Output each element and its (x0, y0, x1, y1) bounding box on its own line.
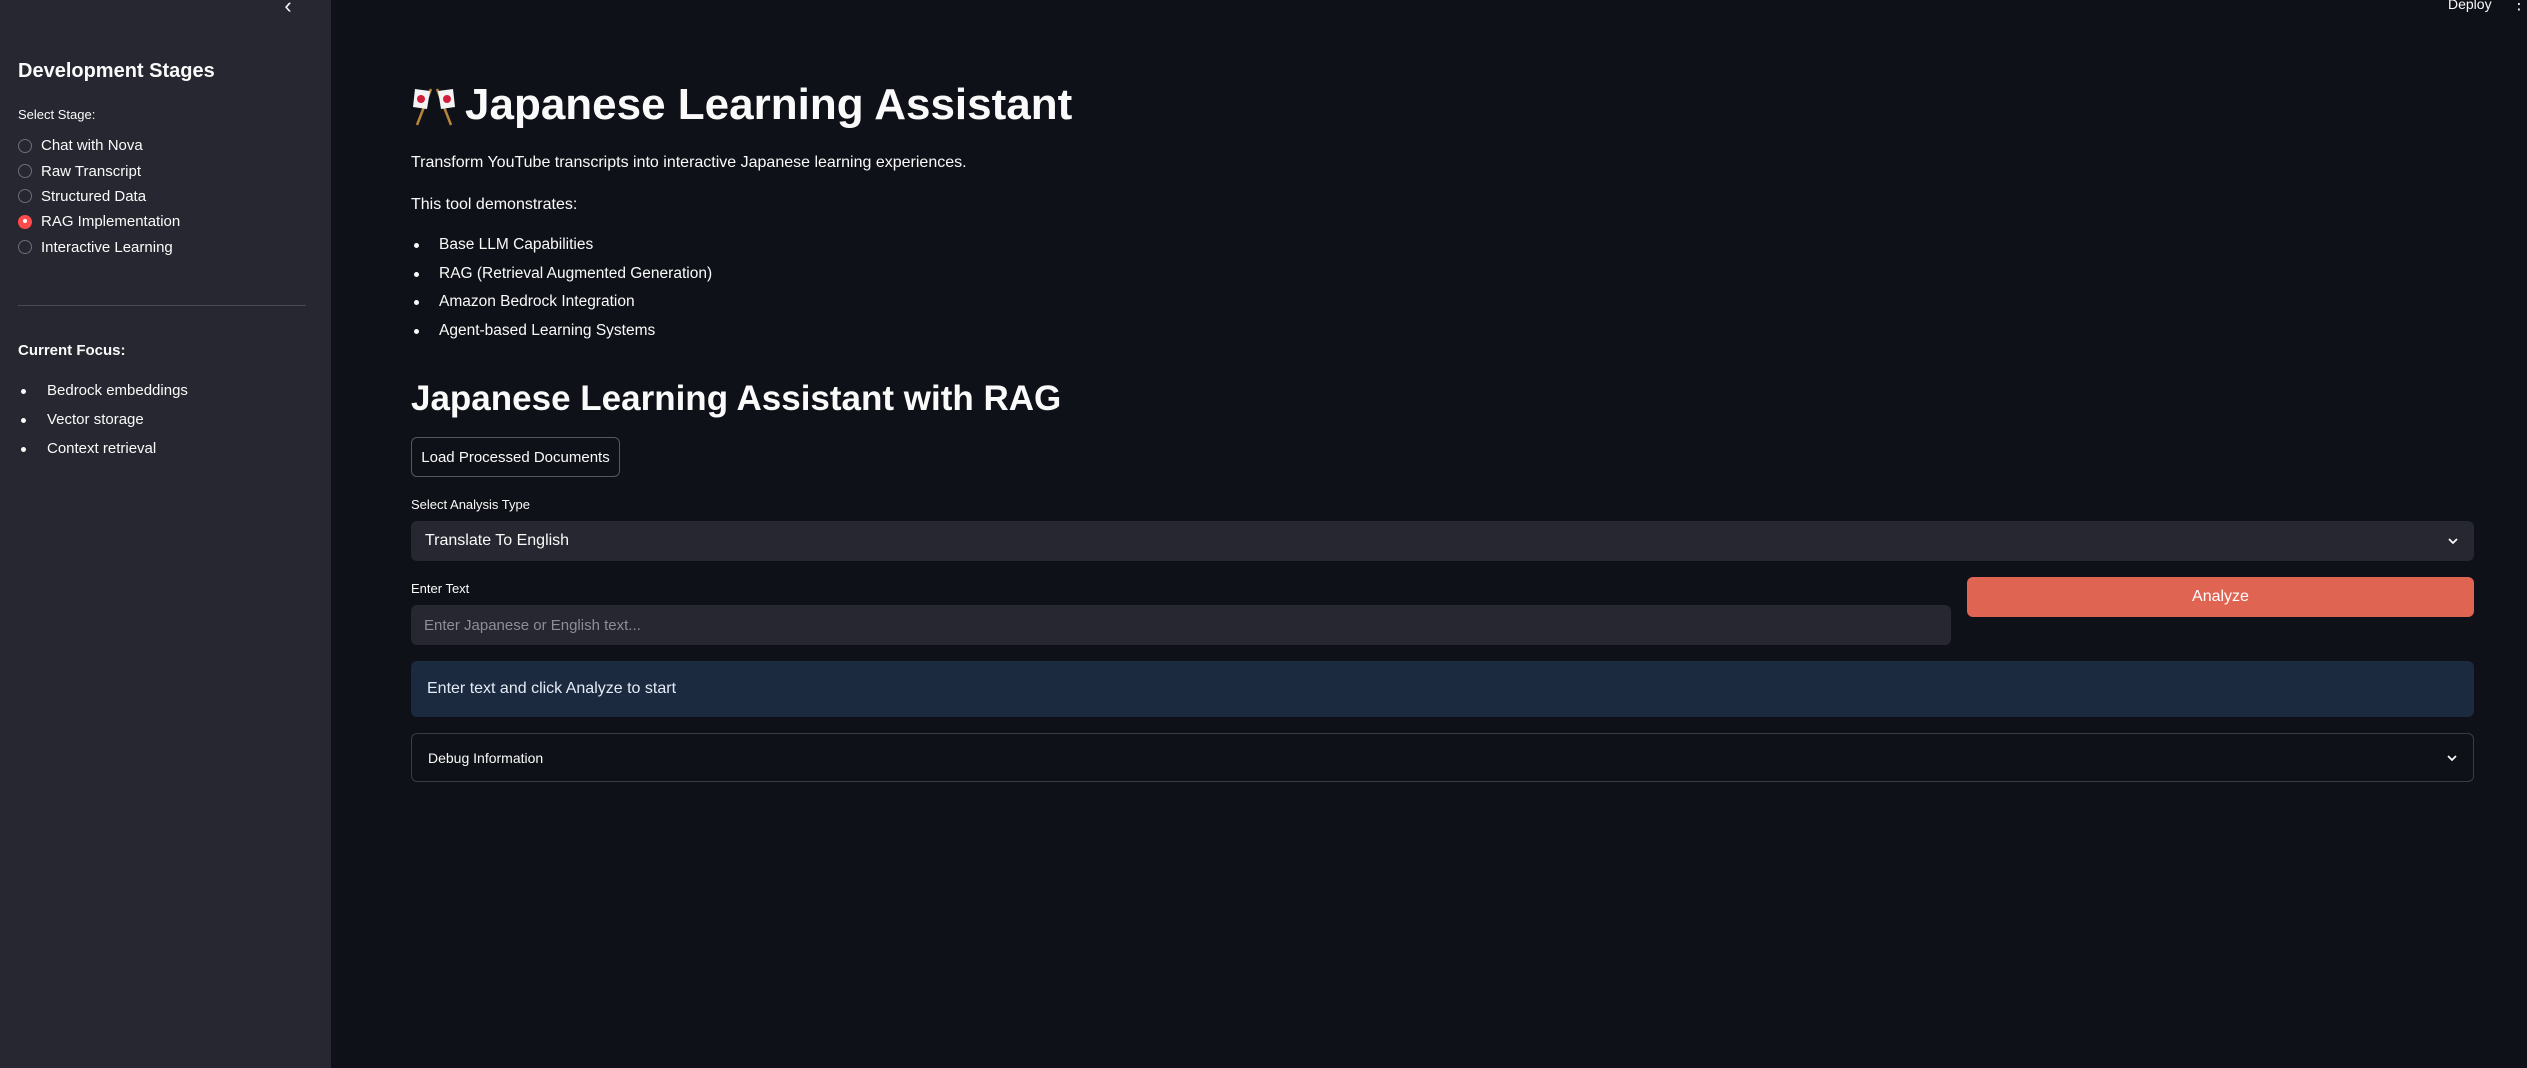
info-message-text: Enter text and click Analyze to start (427, 680, 677, 697)
list-item: Agent-based Learning Systems (411, 322, 712, 351)
sidebar-title: Development Stages (18, 60, 215, 82)
radio-raw-transcript[interactable]: Raw Transcript (18, 158, 180, 183)
stage-radio-group: Chat with Nova Raw Transcript Structured… (18, 133, 180, 260)
load-documents-button[interactable]: Load Processed Documents (411, 437, 620, 477)
radio-chat-with-nova[interactable]: Chat with Nova (18, 133, 180, 158)
crossed-flags-icon (411, 83, 457, 127)
deploy-button[interactable]: Deploy (2448, 0, 2492, 12)
analyze-button[interactable]: Analyze (1967, 577, 2474, 617)
capabilities-list: Base LLM Capabilities RAG (Retrieval Aug… (411, 236, 712, 351)
sidebar-divider (18, 305, 306, 306)
stage-label: Select Stage: (18, 107, 96, 122)
radio-label: Structured Data (41, 187, 147, 205)
info-message: Enter text and click Analyze to start (411, 661, 2474, 717)
radio-rag-implementation[interactable]: RAG Implementation (18, 209, 180, 234)
radio-label: Interactive Learning (41, 238, 173, 256)
analysis-type-label: Select Analysis Type (411, 497, 530, 512)
analysis-type-select[interactable]: Translate To English (411, 521, 2474, 561)
list-item: Bedrock embeddings (18, 382, 188, 411)
current-focus-title: Current Focus: (18, 342, 126, 359)
radio-button-icon[interactable] (18, 240, 32, 255)
list-item: RAG (Retrieval Augmented Generation) (411, 265, 712, 294)
chevron-down-icon (2448, 538, 2458, 545)
radio-interactive-learning[interactable]: Interactive Learning (18, 235, 180, 260)
section-title: Japanese Learning Assistant with RAG (411, 379, 1062, 418)
list-item: Base LLM Capabilities (411, 236, 712, 265)
radio-button-icon[interactable] (18, 138, 32, 153)
page-title: Japanese Learning Assistant (411, 80, 1072, 130)
list-item: Vector storage (18, 411, 188, 440)
radio-label: Raw Transcript (41, 162, 142, 180)
list-item: Context retrieval (18, 440, 188, 469)
page-title-text: Japanese Learning Assistant (465, 80, 1073, 129)
expander-label: Debug Information (428, 749, 544, 766)
analysis-type-value: Translate To English (425, 532, 570, 549)
list-item: Amazon Bedrock Integration (411, 293, 712, 322)
current-focus-list: Bedrock embeddings Vector storage Contex… (18, 382, 188, 469)
collapse-sidebar-icon[interactable]: ‹ (278, 0, 298, 17)
radio-label: Chat with Nova (41, 137, 143, 155)
radio-label: RAG Implementation (41, 213, 181, 231)
text-input[interactable] (411, 605, 1951, 645)
sidebar: ‹ Development Stages Select Stage: Chat … (0, 0, 331, 1068)
radio-button-selected-icon[interactable] (18, 214, 32, 229)
main-menu-icon[interactable]: ⋮ (2511, 0, 2527, 14)
intro-text: Transform YouTube transcripts into inter… (411, 154, 967, 171)
radio-button-icon[interactable] (18, 189, 32, 204)
text-input-label: Enter Text (411, 581, 470, 596)
radio-structured-data[interactable]: Structured Data (18, 184, 180, 209)
demo-label: This tool demonstrates: (411, 196, 578, 213)
chevron-down-icon (2447, 754, 2457, 761)
debug-information-expander[interactable]: Debug Information (411, 733, 2474, 782)
radio-button-icon[interactable] (18, 164, 32, 179)
